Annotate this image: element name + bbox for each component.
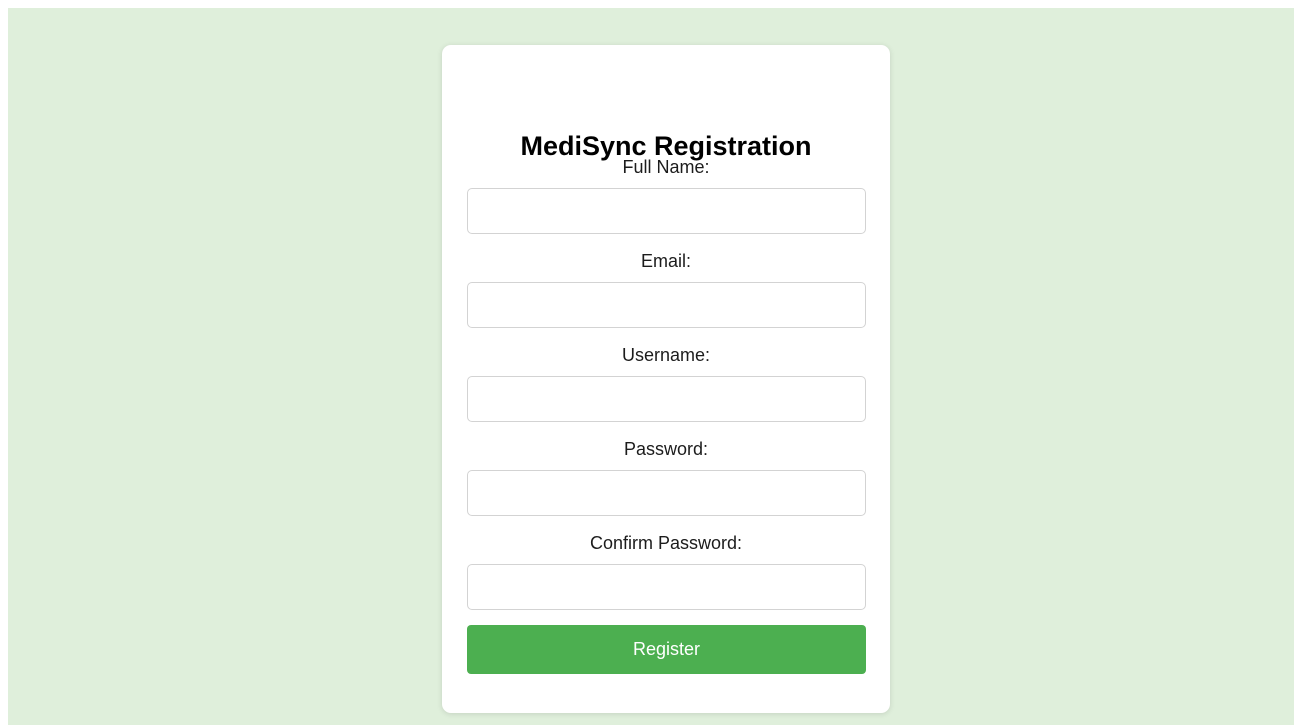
- password-label: Password:: [623, 439, 709, 459]
- email-input[interactable]: [467, 282, 866, 328]
- full-name-input[interactable]: [467, 188, 866, 234]
- full-name-label: Full Name:: [622, 157, 710, 177]
- password-input[interactable]: [467, 470, 866, 516]
- email-label: Email:: [640, 251, 691, 271]
- registration-card: MediSync Registration Full Name: Email: …: [442, 45, 890, 713]
- register-button[interactable]: Register: [467, 625, 866, 674]
- username-label: Username:: [621, 345, 711, 365]
- page-background: MediSync Registration Full Name: Email: …: [8, 8, 1294, 725]
- confirm-password-label: Confirm Password:: [589, 533, 743, 553]
- username-input[interactable]: [467, 376, 866, 422]
- confirm-password-input[interactable]: [467, 564, 866, 610]
